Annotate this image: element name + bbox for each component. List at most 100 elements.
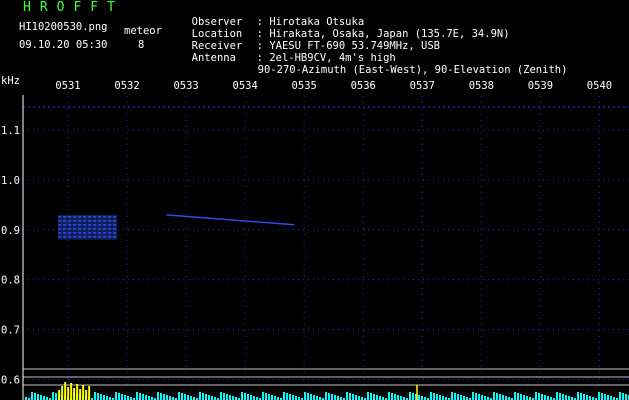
spectrum-bar [355, 395, 357, 400]
spectrum-bar [346, 392, 348, 400]
x-tick-label: 0540 [587, 80, 612, 92]
spectrum-bar [97, 393, 99, 400]
spectrum-bar [589, 396, 591, 400]
spectrum-bar [352, 394, 354, 400]
spectrum-bar [310, 394, 312, 400]
spectrum-bar [103, 395, 105, 400]
spectrum-bar [292, 395, 294, 400]
spectrum-bar [94, 392, 96, 400]
y-tick-label: 0.9 [1, 225, 20, 237]
spectrum-bar [121, 394, 123, 400]
spectrum-bar [619, 392, 621, 400]
spectrum-bar [337, 396, 339, 400]
spectrum-bar [472, 392, 474, 400]
spectrum-peak-bar [76, 384, 79, 400]
spectrum-bar [586, 395, 588, 400]
spectrum-bar [397, 395, 399, 400]
spectrum-bar [499, 394, 501, 400]
spectrum-bar [124, 395, 126, 400]
spectrum-bar [577, 392, 579, 400]
spectrum-bar [421, 396, 423, 400]
spectrum-bar [565, 395, 567, 400]
spectrum-bar [184, 394, 186, 400]
spectrum-bar [367, 392, 369, 400]
spectrum-bar [211, 396, 213, 400]
spectrum-bar [328, 393, 330, 400]
spectrum-bar [40, 395, 42, 400]
x-tick-label: 0536 [351, 80, 376, 92]
y-axis-label: kHz [1, 75, 20, 87]
spectrum-bar [244, 393, 246, 400]
spectrum-bar [145, 395, 147, 400]
x-tick-label: 0538 [469, 80, 494, 92]
spectrum-bar [496, 393, 498, 400]
spectrum-bar [454, 393, 456, 400]
spectrum-bar [358, 396, 360, 400]
spectrum-bar [253, 396, 255, 400]
spectrum-bar [241, 392, 243, 400]
spectrum-bar [139, 393, 141, 400]
spectrum-bar [502, 395, 504, 400]
y-tick-label: 0.7 [1, 325, 20, 337]
spectrum-bar [163, 394, 165, 400]
spectrum-bar [34, 393, 36, 400]
spectrum-peak-bar [70, 383, 73, 400]
spectrum-bar [262, 392, 264, 400]
spectrum-peak-bar [67, 387, 70, 400]
spectrum-bar [535, 392, 537, 400]
spectrum-bar [283, 392, 285, 400]
spectrum-bar [55, 393, 57, 400]
spectrum-bar [271, 395, 273, 400]
spectrum-bar [568, 396, 570, 400]
spectrum-bar [247, 394, 249, 400]
spectrum-bar [115, 392, 117, 400]
spectrum-bar [370, 393, 372, 400]
spectrum-bar [463, 396, 465, 400]
spectrum-bar [250, 395, 252, 400]
spectrum-bar [220, 392, 222, 400]
spectrum-bar [391, 393, 393, 400]
spectrum-bar [418, 395, 420, 400]
spectrum-bar [481, 395, 483, 400]
spectrum-bar [625, 394, 627, 400]
spectrum-bar [541, 394, 543, 400]
spectrum-bar [520, 394, 522, 400]
spectrum-bar [157, 392, 159, 400]
spectrum-bar [538, 393, 540, 400]
spectrum-peak-bar [58, 390, 61, 400]
spectrum-bar [232, 396, 234, 400]
spectrum-bar [226, 394, 228, 400]
spectrum-bar [451, 392, 453, 400]
spectrum-bar [562, 394, 564, 400]
spectrum-bar [556, 392, 558, 400]
spectrum-bar [622, 393, 624, 400]
spectrum-bar [442, 396, 444, 400]
spectrum-bar [202, 393, 204, 400]
x-tick-label: 0535 [292, 80, 317, 92]
spectrum-bar [430, 392, 432, 400]
spectrum-bar [517, 393, 519, 400]
x-tick-label: 0533 [173, 80, 198, 92]
spectrum-bar [373, 394, 375, 400]
spectrum-bar [505, 396, 507, 400]
spectrum-bar [598, 392, 600, 400]
spectrum-bar [106, 396, 108, 400]
spectrum-bar [169, 396, 171, 400]
spectrum-bar [118, 393, 120, 400]
spectrum-bar [379, 396, 381, 400]
spectrum-bar [148, 396, 150, 400]
spectrum-bar [334, 395, 336, 400]
spectrum-bar [43, 396, 45, 400]
spectrum-bar [559, 393, 561, 400]
spectrum-bar [313, 395, 315, 400]
spectrum-bar [409, 392, 411, 400]
spectrum-bar [136, 392, 138, 400]
spectrum-bar [286, 393, 288, 400]
spectrum-bar [412, 393, 414, 400]
spectrum-bar [316, 396, 318, 400]
spectrum-bar [199, 392, 201, 400]
y-tick-label: 1.1 [1, 125, 20, 137]
spectrum-bar [166, 395, 168, 400]
x-tick-label: 0532 [114, 80, 139, 92]
spectrum-bar [400, 396, 402, 400]
